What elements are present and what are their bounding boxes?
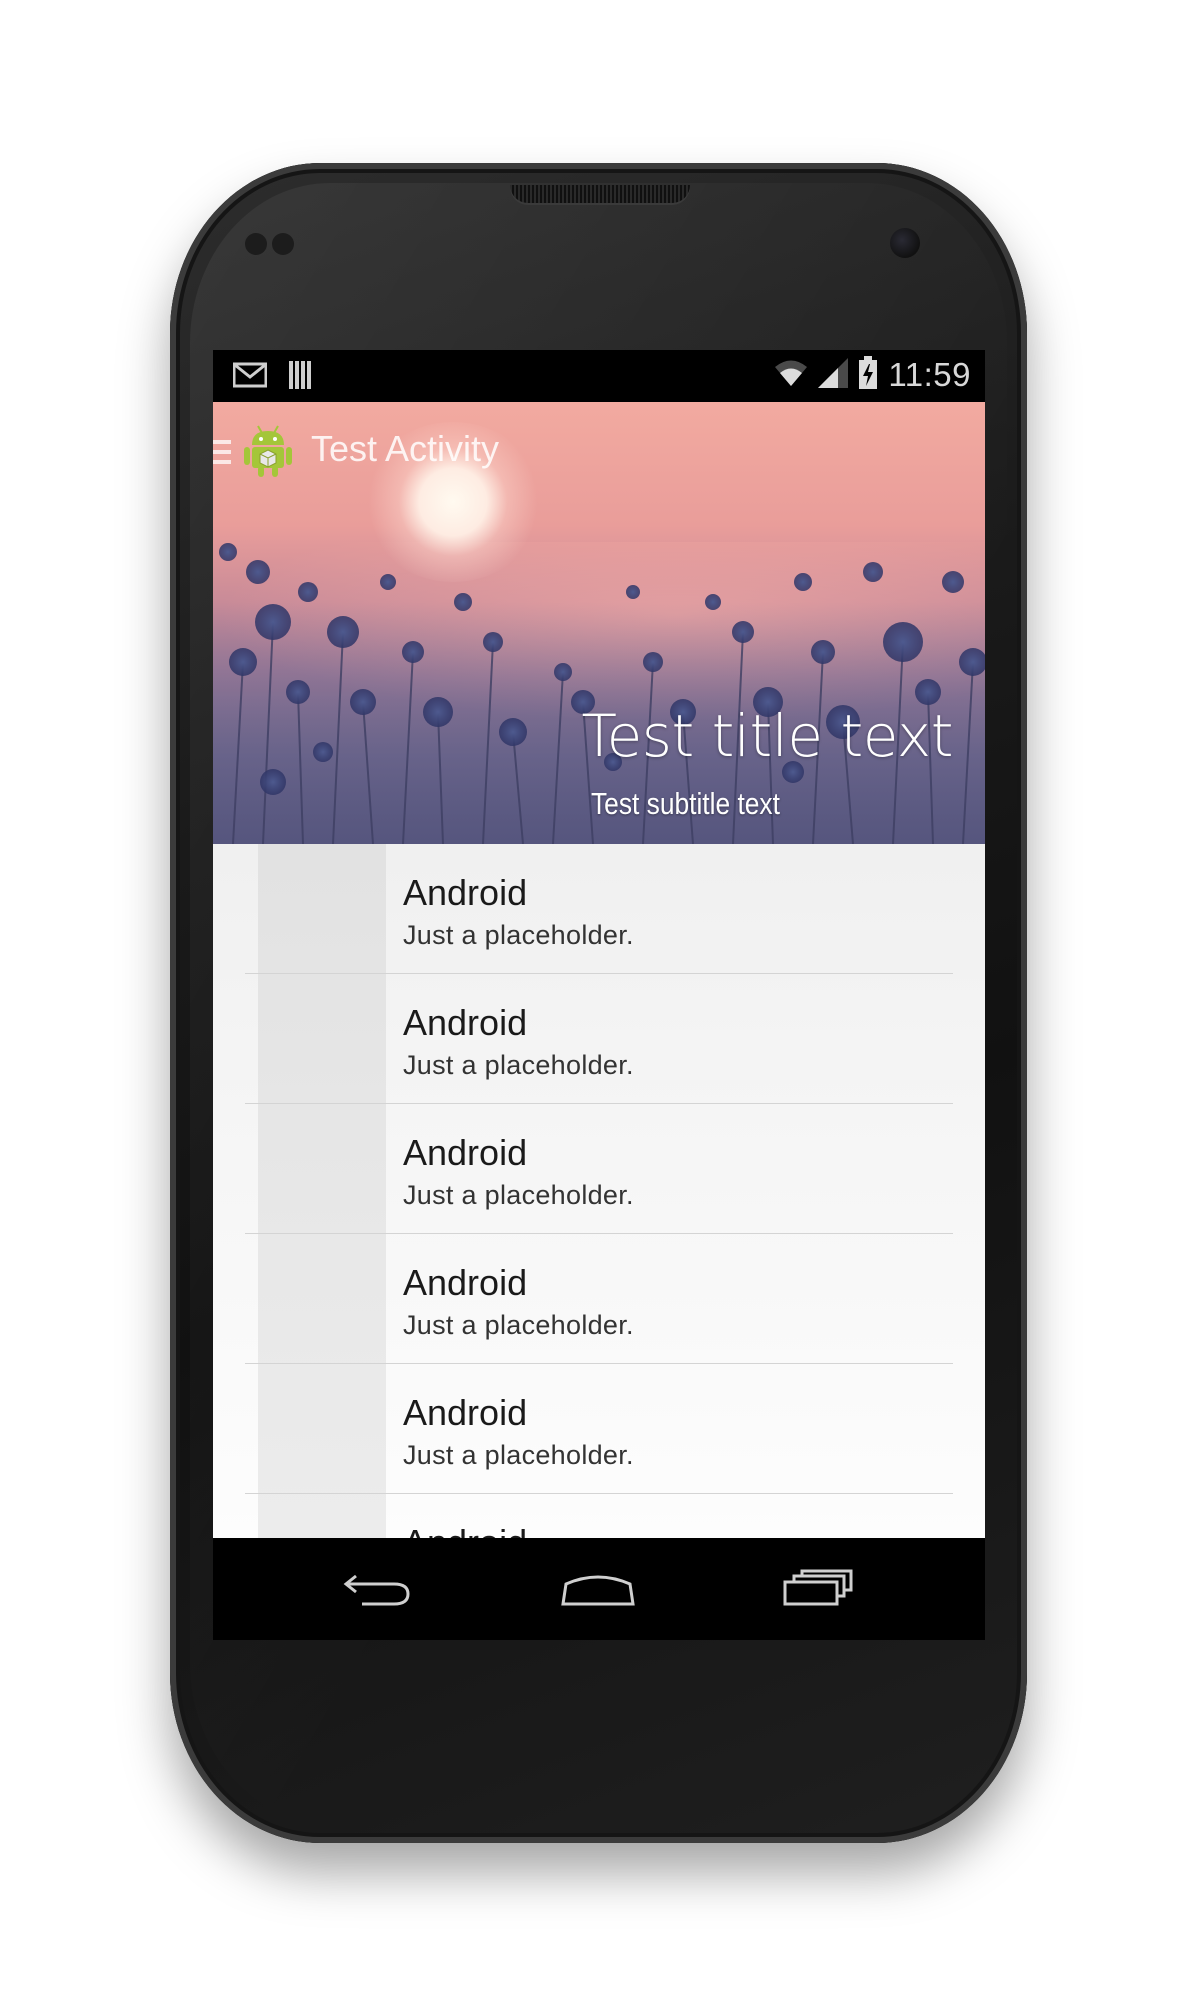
sim-card-icon (287, 360, 313, 394)
recent-apps-button[interactable] (773, 1562, 863, 1618)
earpiece-speaker (510, 185, 690, 203)
header-image: Test Activity Test title text Test subti… (213, 402, 985, 844)
list-item-subtitle: Just a placeholder. (403, 1310, 634, 1340)
list-item-title: Android (403, 1522, 527, 1538)
light-sensor (272, 233, 294, 255)
list-item-title: Android (403, 872, 528, 913)
list-item-subtitle: Just a placeholder. (403, 1440, 634, 1470)
list-item-title: Android (403, 1262, 528, 1303)
battery-charging-icon (858, 356, 878, 394)
navigation-bar (213, 1538, 985, 1640)
proximity-sensor (245, 233, 267, 255)
list-item-subtitle: Just a placeholder. (403, 1050, 634, 1080)
screen: 11:59 Test Activity Test title text Test… (213, 350, 985, 1640)
recent-apps-icon (782, 1568, 854, 1612)
list-item-title: Android (403, 1132, 528, 1173)
back-icon (342, 1568, 414, 1612)
activity-title: Test Activity (311, 428, 500, 469)
item-list: Android Just a placeholder. Android Just… (213, 844, 985, 1538)
wifi-icon (774, 358, 808, 392)
device-mockup: 11:59 Test Activity Test title text Test… (0, 0, 1195, 1994)
header-title: Test title text (581, 702, 954, 770)
list-item-subtitle: Just a placeholder. (403, 1180, 634, 1210)
list-item[interactable]: Android (245, 1494, 953, 1538)
cell-signal-icon (818, 358, 849, 392)
list-item-subtitle: Just a placeholder. (403, 920, 634, 950)
gmail-icon (232, 362, 268, 392)
status-bar: 11:59 (213, 350, 985, 402)
home-button[interactable] (553, 1562, 643, 1618)
back-button[interactable] (333, 1562, 423, 1618)
list-item[interactable]: Android Just a placeholder. (245, 844, 953, 974)
list-item[interactable]: Android Just a placeholder. (245, 1104, 953, 1234)
home-icon (560, 1568, 636, 1612)
list-item-title: Android (403, 1002, 528, 1043)
list-item[interactable]: Android Just a placeholder. (245, 1234, 953, 1364)
front-camera (890, 228, 920, 258)
action-bar: Test Activity (213, 402, 985, 502)
hamburger-menu-icon[interactable] (213, 438, 231, 466)
android-robot-icon[interactable] (243, 424, 293, 478)
list-item-title: Android (403, 1392, 528, 1433)
list-item[interactable]: Android Just a placeholder. (245, 1364, 953, 1494)
header-subtitle: Test subtitle text (591, 786, 780, 821)
list-item[interactable]: Android Just a placeholder. (245, 974, 953, 1104)
clock: 11:59 (888, 356, 971, 393)
